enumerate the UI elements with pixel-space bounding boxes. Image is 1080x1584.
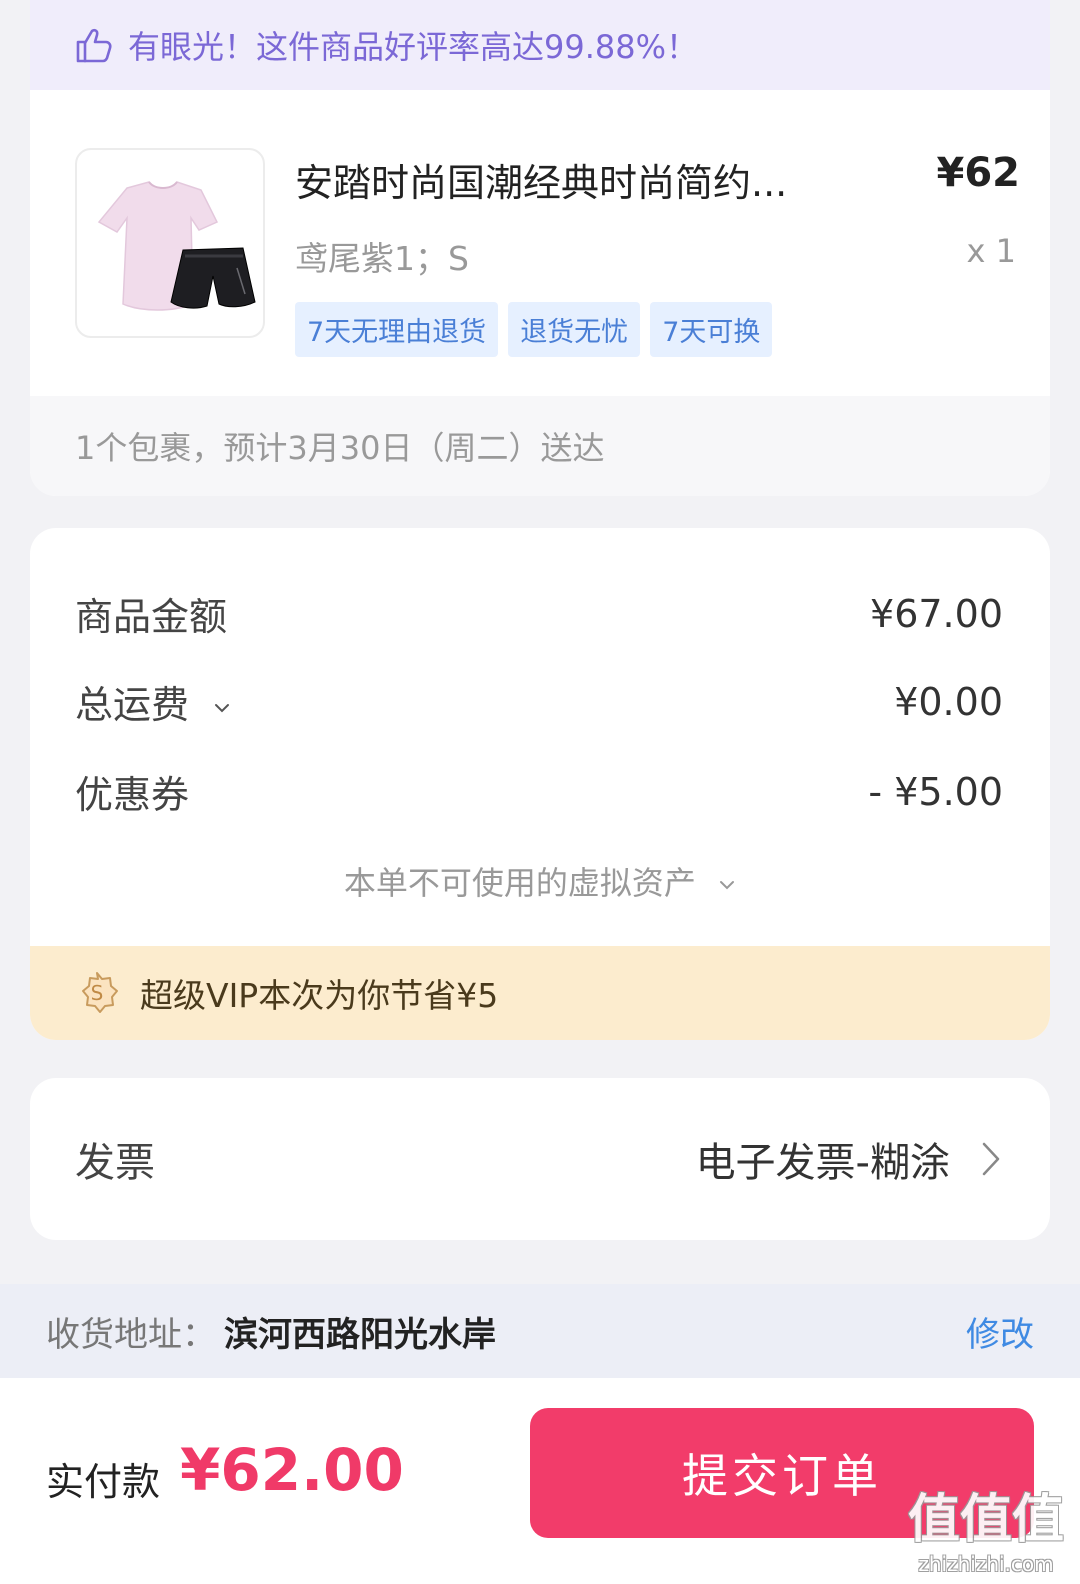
service-tags: 7天无理由退货 退货无忧 7天可换 bbox=[295, 302, 773, 357]
service-tag: 退货无忧 bbox=[508, 302, 641, 357]
product-price: ¥62 bbox=[936, 150, 1021, 196]
goods-amount-row: 商品金额 ¥67.00 bbox=[75, 586, 1003, 641]
invoice-value: 电子发票-糊涂 bbox=[695, 1140, 950, 1186]
shipping-toggle[interactable]: 总运费 bbox=[75, 674, 231, 729]
product-image[interactable] bbox=[75, 148, 265, 338]
pay-label: 实付款 bbox=[46, 1460, 161, 1504]
product-spec: 鸢尾紫1；S bbox=[295, 239, 469, 278]
product-quantity: x 1 bbox=[966, 232, 1016, 270]
shipping-row[interactable]: 总运费 ¥0.00 bbox=[75, 674, 1003, 729]
product-row[interactable]: 安踏时尚国潮经典时尚简约... ¥62 鸢尾紫1；S x 1 7天无理由退货 退… bbox=[30, 90, 1050, 396]
order-confirm-page: 有眼光！这件商品好评率高达99.88%！ 安踏时尚国潮经典时尚简约... ¥62… bbox=[0, 0, 1080, 1584]
goods-amount-label: 商品金额 bbox=[75, 595, 228, 639]
thumbs-up-icon bbox=[76, 28, 112, 63]
coupon-value: - ¥5.00 bbox=[868, 769, 1003, 814]
virtual-assets-toggle[interactable]: 本单不可使用的虚拟资产 bbox=[30, 858, 1050, 904]
delivery-estimate: 1个包裹，预计3月30日（周二）送达 bbox=[30, 396, 1050, 496]
pay-amount: ¥62.00 bbox=[180, 1436, 404, 1504]
site-watermark: 值值值 zhizhizhi.com bbox=[908, 1477, 1064, 1576]
product-card: 有眼光！这件商品好评率高达99.88%！ 安踏时尚国潮经典时尚简约... ¥62… bbox=[30, 0, 1050, 496]
goods-amount-value: ¥67.00 bbox=[870, 591, 1003, 636]
shipping-address-bar: 收货地址： 滨河西路阳光水岸 修改 bbox=[0, 1284, 1080, 1378]
address-value: 滨河西路阳光水岸 bbox=[224, 1314, 496, 1355]
virtual-assets-label: 本单不可使用的虚拟资产 bbox=[343, 864, 696, 902]
edit-address-link[interactable]: 修改 bbox=[966, 1307, 1034, 1356]
vip-savings-text: 超级VIP本次为你节省¥5 bbox=[140, 976, 499, 1015]
praise-banner: 有眼光！这件商品好评率高达99.88%！ bbox=[30, 0, 1050, 90]
praise-text: 有眼光！这件商品好评率高达99.88%！ bbox=[128, 28, 699, 66]
amount-card: 商品金额 ¥67.00 总运费 ¥0.00 优惠券 - ¥5.00 本单不可使用… bbox=[30, 528, 1050, 1040]
service-tag: 7天无理由退货 bbox=[295, 302, 499, 357]
watermark-logo: 值值值 bbox=[907, 1490, 1064, 1550]
checkout-bar: 实付款 ¥62.00 提交订单 值值值 zhizhizhi.com bbox=[0, 1378, 1080, 1584]
chevron-right-icon bbox=[982, 1142, 1000, 1176]
tshirt-shorts-image bbox=[97, 181, 256, 311]
invoice-row[interactable]: 发票 电子发票-糊涂 bbox=[30, 1078, 1050, 1240]
svg-text:S: S bbox=[91, 981, 104, 1005]
shipping-value: ¥0.00 bbox=[894, 679, 1003, 724]
watermark-url: zhizhizhi.com bbox=[918, 1552, 1054, 1576]
invoice-label: 发票 bbox=[75, 1140, 155, 1186]
coupon-row[interactable]: 优惠券 - ¥5.00 bbox=[75, 764, 1003, 819]
chevron-down-icon bbox=[720, 881, 735, 890]
address-label: 收货地址： bbox=[46, 1314, 216, 1355]
shipping-label: 总运费 bbox=[75, 683, 190, 727]
vip-savings-banner: S 超级VIP本次为你节省¥5 bbox=[30, 946, 1050, 1040]
product-title: 安踏时尚国潮经典时尚简约... bbox=[295, 161, 788, 205]
chevron-down-icon bbox=[215, 703, 230, 712]
invoice-selector[interactable]: 电子发票-糊涂 bbox=[696, 1130, 1002, 1188]
service-tag: 7天可换 bbox=[650, 302, 773, 357]
coupon-label: 优惠券 bbox=[75, 773, 190, 817]
vip-badge-icon: S bbox=[82, 972, 118, 1013]
